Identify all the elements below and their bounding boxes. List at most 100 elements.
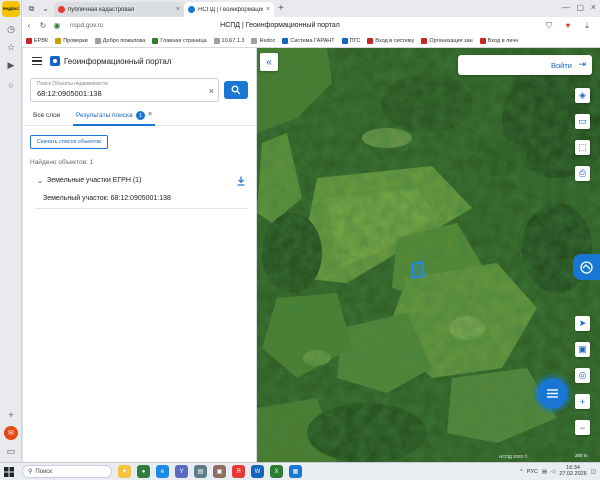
download-icon[interactable]	[237, 176, 245, 186]
lock-icon[interactable]: ◉	[50, 19, 64, 33]
collapse-panel-icon[interactable]: «	[260, 53, 278, 71]
measure-icon[interactable]: ▭	[575, 114, 590, 129]
bookmark-item[interactable]: ЕРВК	[26, 37, 48, 44]
network-icon[interactable]: ▤	[542, 469, 547, 475]
layers-icon[interactable]: ◈	[575, 88, 590, 103]
bookmark-item[interactable]: Система ГАРАНТ	[282, 37, 335, 44]
app-pinned-icon[interactable]: ▣	[213, 465, 226, 478]
url-text[interactable]: nspd.gov.ru	[70, 22, 180, 29]
login-icon: ⇥	[578, 59, 586, 69]
system-tray: ^ РУС ▤ ◁ 16:34 27.02.2026 ◫	[520, 465, 600, 478]
bookmark-icon	[213, 37, 220, 44]
play-icon[interactable]: ▶	[4, 58, 18, 72]
search-input-value[interactable]: 68:12:0905001:138	[37, 89, 102, 98]
parcel-outline[interactable]	[411, 261, 425, 279]
browser-side-panel: ЯНДЕКС ◷ ☆ ▶ ○ + ✉ ▭	[0, 0, 22, 462]
window-close-icon[interactable]: ×	[591, 2, 596, 12]
bookmark-item[interactable]: Вход в систему	[367, 37, 414, 44]
maximize-icon[interactable]: ▢	[576, 3, 584, 12]
word-icon[interactable]: W	[251, 465, 264, 478]
protect-shield-icon[interactable]: ⛉	[542, 19, 556, 33]
volume-icon[interactable]: ◁	[551, 469, 555, 475]
bookmark-item[interactable]: Проверки	[55, 37, 88, 44]
yandex-logo[interactable]: ЯНДЕКС	[2, 1, 20, 17]
bookmark-item[interactable]: Redoc	[251, 37, 275, 44]
tab-list-chevron-icon[interactable]: ⌄	[40, 3, 51, 14]
close-icon[interactable]: ×	[176, 6, 180, 13]
taskbar: ⚲ Поиск ✦ ● e Y ▤ ▣ Я W X ▦ ^ РУС ▤ ◁ 16…	[0, 462, 600, 480]
address-bar-actions: ⛉ ♥ ⤓	[542, 19, 600, 33]
menu-fab-button[interactable]	[537, 378, 568, 409]
mail-icon[interactable]: ✉	[4, 426, 18, 440]
bookmark-item[interactable]: Организация зан	[421, 37, 473, 44]
alice-icon[interactable]: ○	[4, 78, 18, 92]
bookmark-item[interactable]: Вход в личн	[479, 37, 518, 44]
bookmark-item[interactable]: ПГС	[341, 37, 360, 44]
bookmark-icon	[26, 37, 32, 44]
download-list-button[interactable]: Скачать список объектов	[30, 135, 108, 149]
excel-icon[interactable]: X	[270, 465, 283, 478]
bookmark-icon	[152, 37, 159, 44]
favorites-icon[interactable]: ☆	[4, 40, 18, 54]
search-icon: ⚲	[28, 469, 33, 475]
tabs-overview-icon[interactable]: ⧉	[26, 3, 37, 14]
screen-icon[interactable]: ▣	[575, 342, 590, 357]
add-panel-icon[interactable]: +	[4, 408, 18, 422]
bookmark-item[interactable]: Главная страница	[152, 37, 207, 44]
locate-icon[interactable]: ◎	[575, 368, 590, 383]
zoom-in-icon[interactable]: +	[575, 394, 590, 409]
tab-search-results[interactable]: Результаты поиска	[76, 112, 133, 119]
bookmark-heart-icon[interactable]: ♥	[561, 19, 575, 33]
minimize-icon[interactable]: —	[562, 3, 570, 12]
login-label: Войти	[551, 61, 572, 70]
taskbar-search[interactable]: ⚲ Поиск	[22, 465, 112, 478]
select-area-icon[interactable]: ⬚	[575, 140, 590, 155]
found-count: Найдено объектов: 1	[30, 159, 94, 166]
bookmark-item[interactable]: Добро пожалова	[94, 37, 145, 44]
clock[interactable]: 16:34 27.02.2026	[559, 465, 587, 478]
result-group-header[interactable]: ⌄ Земельные участки ЕГРН (1)	[35, 176, 245, 189]
side-panel-tab[interactable]	[573, 254, 600, 280]
tab-nspd[interactable]: НСПД | Геоинформацио ×	[184, 2, 274, 17]
close-results-icon[interactable]: ×	[148, 111, 152, 118]
tab-favicon	[58, 6, 65, 13]
list-item[interactable]: Земельный участок: 68:12:0905001:138	[35, 193, 248, 209]
app-pinned-icon[interactable]: ▦	[289, 465, 302, 478]
bookmark-item[interactable]: 10.67.1.3	[213, 37, 244, 44]
tab-cadastral[interactable]: публичная кадастровая ×	[54, 2, 184, 17]
search-input-label: Поиск Объекты недвижимости	[37, 81, 108, 87]
windows-start-icon[interactable]	[0, 463, 18, 480]
yandex-icon[interactable]: Я	[232, 465, 245, 478]
notifications-icon[interactable]: ◫	[591, 469, 596, 475]
app-title: Геоинформационный портал	[64, 57, 172, 66]
search-input[interactable]: Поиск Объекты недвижимости 68:12:0905001…	[30, 78, 219, 102]
history-icon[interactable]: ◷	[4, 22, 18, 36]
result-group-label: Земельные участки ЕГРН (1)	[47, 177, 142, 184]
chevron-down-icon[interactable]: ⌄	[37, 177, 43, 185]
new-tab-icon[interactable]: +	[278, 3, 284, 14]
login-button[interactable]: Войти ⇥	[458, 55, 592, 75]
bookmark-icon	[479, 37, 486, 44]
keyboard-language[interactable]: РУС	[527, 469, 538, 475]
collections-icon[interactable]: ▭	[4, 444, 18, 458]
clear-icon[interactable]: ×	[209, 86, 214, 96]
edge-icon[interactable]: e	[156, 465, 169, 478]
search-button[interactable]	[224, 81, 248, 99]
active-tab-indicator	[73, 124, 155, 126]
reload-icon[interactable]: ↻	[36, 19, 50, 33]
yandex-browser-icon[interactable]: Y	[175, 465, 188, 478]
satellite-map[interactable]: « Войти ⇥ ◈ ▭ ⬚ ⎙ ➤ ▣ ◎ + − НСПД 2020 © …	[257, 48, 600, 462]
back-icon[interactable]: ‹	[22, 19, 36, 33]
print-icon[interactable]: ⎙	[575, 166, 590, 181]
bookmark-icon	[282, 37, 289, 44]
zoom-out-icon[interactable]: −	[575, 420, 590, 435]
chevron-up-icon[interactable]: ^	[520, 469, 523, 475]
file-explorer-icon[interactable]: ▤	[194, 465, 207, 478]
downloads-icon[interactable]: ⤓	[580, 19, 594, 33]
navigate-icon[interactable]: ➤	[575, 316, 590, 331]
menu-icon[interactable]	[32, 57, 42, 65]
app-pinned-icon[interactable]: ●	[137, 465, 150, 478]
tab-all-layers[interactable]: Все слои	[33, 112, 60, 119]
widgets-icon[interactable]: ✦	[118, 465, 131, 478]
close-icon[interactable]: ×	[266, 6, 270, 13]
